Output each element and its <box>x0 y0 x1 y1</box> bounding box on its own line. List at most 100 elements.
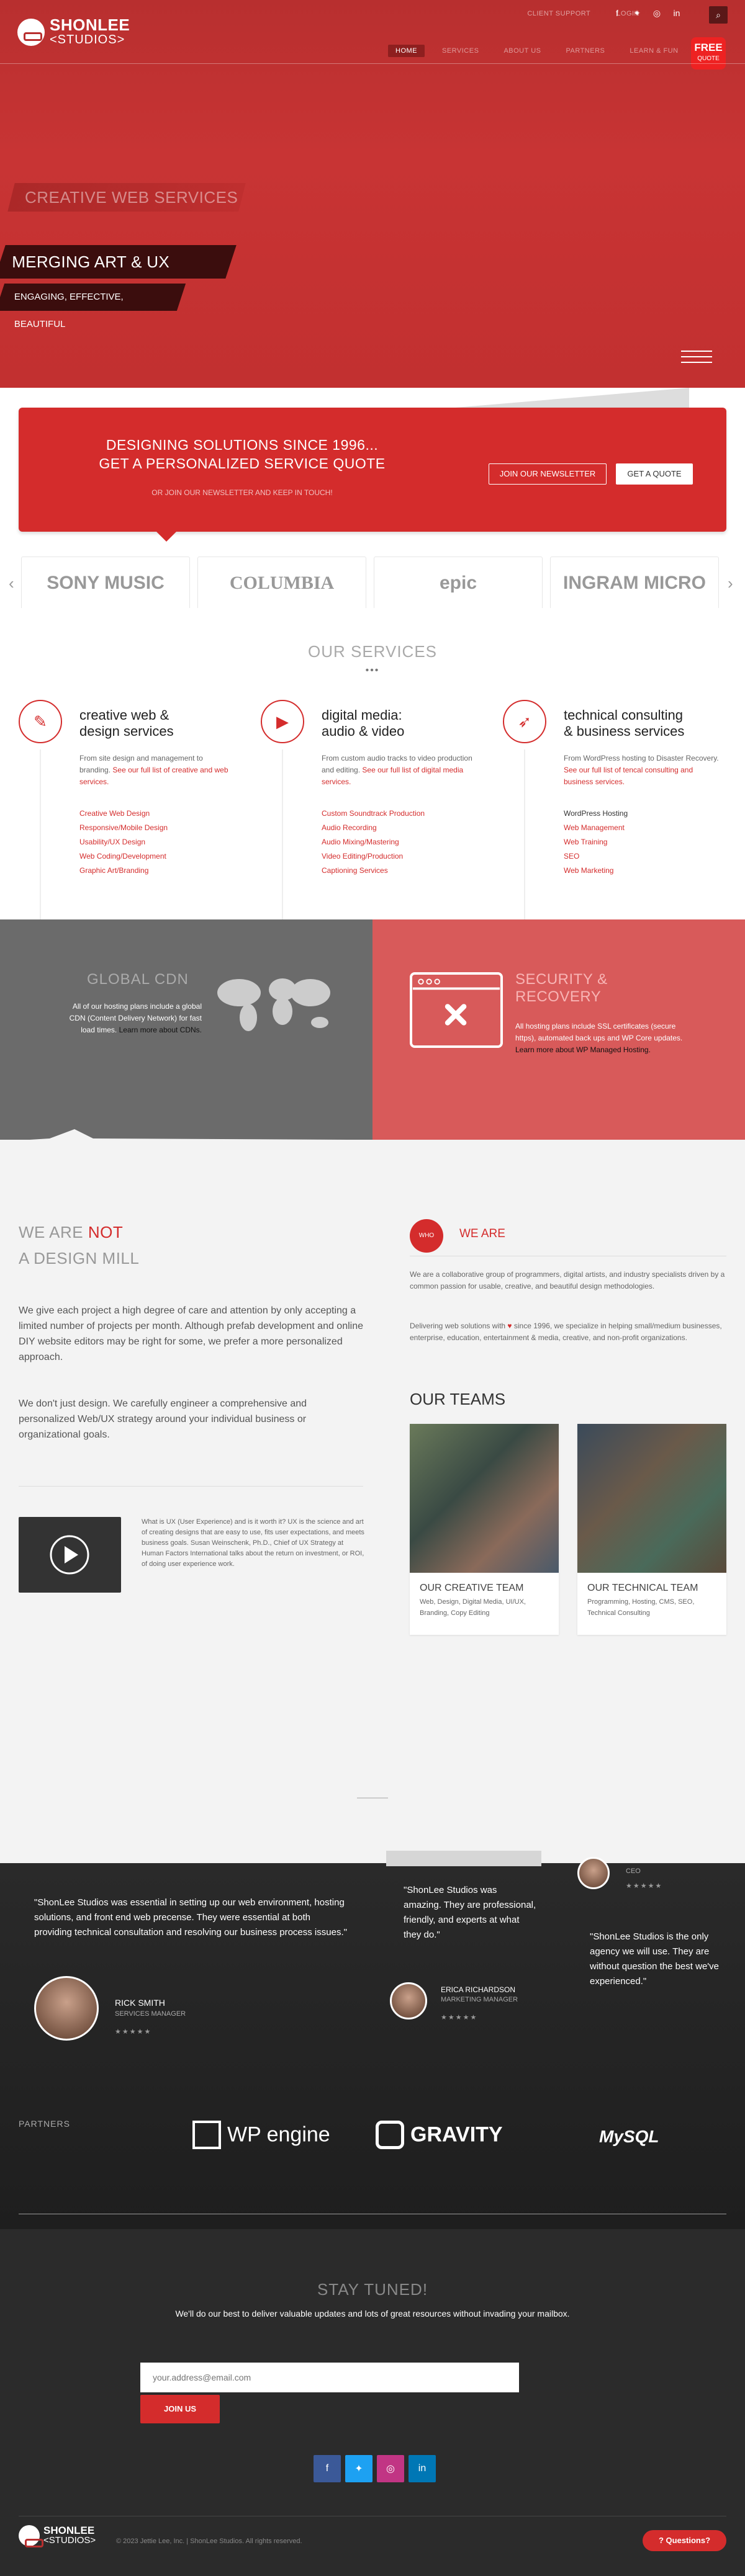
stay-tuned-text: We'll do our best to deliver valuable up… <box>175 2309 570 2319</box>
hamburger-menu-icon[interactable] <box>681 351 712 363</box>
testimonial-quote-3: "ShonLee Studios is the only agency we w… <box>590 1931 719 1987</box>
hero-banner-3-text: ENGAGING, EFFECTIVE, BEAUTIFUL <box>14 292 124 329</box>
cdn-title: GLOBAL CDN <box>87 971 189 988</box>
client-logo-ingram: INGRAM MICRO <box>550 557 719 610</box>
site-logo[interactable]: SHONLEE <STUDIOS> <box>17 17 130 47</box>
service-list-item[interactable]: Creative Web Design <box>79 807 168 821</box>
service-desc-link[interactable]: See our full list of tencal consulting a… <box>564 766 693 786</box>
service-list-item[interactable]: SEO <box>564 849 628 864</box>
hero-banner-3: ENGAGING, EFFECTIVE, BEAUTIFUL <box>0 284 186 329</box>
linkedin-icon[interactable]: in <box>409 2455 436 2482</box>
footer-social-icons: f ✦ ◎ in <box>314 2455 436 2482</box>
who-badge: WHO <box>410 1219 443 1253</box>
service-list-item[interactable]: WordPress Hosting <box>564 807 628 821</box>
team-name: OUR TECHNICAL TEAM <box>587 1583 698 1593</box>
instagram-icon[interactable]: ◎ <box>377 2455 404 2482</box>
client-support-link[interactable]: CLIENT SUPPORT <box>527 10 590 17</box>
services-title: OUR SERVICES <box>307 642 437 661</box>
cdn-link[interactable]: Learn more about CDNs. <box>119 1026 202 1034</box>
logo-line2: <STUDIOS> <box>50 33 125 47</box>
logo-mark-icon <box>17 19 45 46</box>
twitter-icon[interactable]: ✦ <box>345 2455 372 2482</box>
security-link[interactable]: Learn more about WP Managed Hosting. <box>515 1045 651 1054</box>
rating-stars-icon: ★★★★★ <box>626 1882 663 1890</box>
client-logo-sony: SONY MUSIC <box>21 557 190 610</box>
testimonial-role-1: SERVICES MANAGER <box>115 2010 186 2018</box>
footer-logo[interactable]: SHONLEE <STUDIOS> <box>19 2525 96 2547</box>
quote-title-line2: GET A PERSONALIZED SERVICE QUOTE <box>99 455 386 472</box>
partner-logo-wpengine[interactable]: WP engine <box>192 2121 330 2149</box>
service-list-item[interactable]: Audio Mixing/Mastering <box>322 835 425 849</box>
email-field[interactable] <box>140 2363 519 2392</box>
logo-line1: SHONLEE <box>50 16 130 34</box>
questions-chat-button[interactable]: ? Questions? <box>643 2530 726 2551</box>
service-list-item[interactable]: Custom Soundtrack Production <box>322 807 425 821</box>
linkedin-icon[interactable]: in <box>672 8 682 19</box>
nav-about[interactable]: ABOUT US <box>496 45 548 57</box>
search-icon[interactable]: ⌕ <box>709 6 728 24</box>
play-icon: ▶ <box>261 700 304 743</box>
nav-learn[interactable]: LEARN & FUN <box>622 45 685 57</box>
twitter-icon[interactable]: ✦ <box>632 8 642 19</box>
service-list-item[interactable]: Web Training <box>564 835 628 849</box>
join-us-button[interactable]: JOIN US <box>140 2395 220 2423</box>
questions-label: Questions? <box>666 2536 711 2545</box>
about-divider <box>19 1486 363 1487</box>
service-list: Creative Web Design Responsive/Mobile De… <box>79 807 168 878</box>
service-timeline <box>282 749 283 936</box>
service-list-item[interactable]: Web Coding/Development <box>79 849 168 864</box>
service-list-item[interactable]: Usability/UX Design <box>79 835 168 849</box>
about-paragraph-1: We give each project a high degree of ca… <box>19 1305 364 1362</box>
testimonial-tab <box>386 1851 541 1866</box>
security-text: All hosting plans include SSL certificat… <box>515 1022 683 1054</box>
testimonial-quote-2: "ShonLee Studios was amazing. They are p… <box>404 1885 536 1940</box>
service-list-item[interactable]: Audio Recording <box>322 821 425 835</box>
carousel-prev-icon[interactable]: ‹ <box>9 574 14 593</box>
service-desc: From site design and management to brand… <box>79 754 228 786</box>
design-tools-icon: ✎ <box>19 700 62 743</box>
partner-name: GRAVITY <box>410 2122 503 2147</box>
join-newsletter-button[interactable]: JOIN OUR NEWSLETTER <box>489 463 607 485</box>
service-list-item[interactable]: Web Management <box>564 821 628 835</box>
partner-logo-gravity[interactable]: GRAVITY <box>376 2121 503 2149</box>
client-logo-epic: epic <box>374 557 543 610</box>
service-list-item[interactable]: Captioning Services <box>322 864 425 878</box>
security-title: SECURITY & RECOVERY <box>515 971 608 1005</box>
nav-partners[interactable]: PARTNERS <box>558 45 612 57</box>
avatar <box>390 1982 427 2019</box>
nav-services[interactable]: SERVICES <box>435 45 486 57</box>
nav-home[interactable]: HOME <box>388 45 425 57</box>
service-list-item[interactable]: Graphic Art/Branding <box>79 864 168 878</box>
testimonial-role-2: MARKETING MANAGER <box>441 1996 518 2003</box>
team-name: OUR CREATIVE TEAM <box>420 1583 524 1593</box>
service-creative: ✎ creative web & design services From sit… <box>19 700 242 936</box>
partner-logo-mysql[interactable]: MySQL <box>599 2127 659 2147</box>
get-quote-button[interactable]: GET A QUOTE <box>616 463 693 485</box>
quote-box: DESIGNING SOLUTIONS SINCE 1996... GET A … <box>19 408 726 542</box>
logo-mark-icon <box>19 2525 43 2547</box>
hero-banner-1-text: CREATIVE WEB SERVICES <box>25 188 238 207</box>
service-title: digital media: audio & video <box>322 707 405 739</box>
services-divider: ••• <box>365 665 380 676</box>
quote-subtitle: OR JOIN OUR NEWSLETTER AND KEEP IN TOUCH… <box>151 488 333 497</box>
instagram-icon[interactable]: ◎ <box>652 8 662 19</box>
service-list: Custom Soundtrack Production Audio Recor… <box>322 807 425 878</box>
carousel-next-icon[interactable]: › <box>728 574 733 593</box>
ux-video[interactable] <box>19 1517 121 1593</box>
facebook-icon[interactable]: f <box>612 8 622 19</box>
service-list-item[interactable]: Responsive/Mobile Design <box>79 821 168 835</box>
service-list-item[interactable]: Video Editing/Production <box>322 849 425 864</box>
service-list-item[interactable]: Web Marketing <box>564 864 628 878</box>
about-paragraph-2: We don't just design. We carefully engin… <box>19 1398 307 1440</box>
facebook-icon[interactable]: f <box>314 2455 341 2482</box>
service-desc: From WordPress hosting to Disaster Recov… <box>564 754 719 786</box>
free-quote-button[interactable]: FREE QUOTE <box>691 37 726 69</box>
team-card-technical[interactable]: OUR TECHNICAL TEAM Programming, Hosting,… <box>577 1424 726 1635</box>
team-card-creative[interactable]: OUR CREATIVE TEAM Web, Design, Digital M… <box>410 1424 559 1635</box>
about-heading: WE ARE NOT A DESIGN MILL <box>19 1223 140 1268</box>
service-title: technical consulting & business services <box>564 707 685 739</box>
client-logo-carousel: SONY MUSIC COLUMBIA epic INGRAM MICRO <box>21 557 719 610</box>
testimonial-quote-1: "ShonLee Studios was essential in settin… <box>34 1897 347 1938</box>
rocket-icon: ➶ <box>503 700 546 743</box>
service-desc: From custom audio tracks to video produc… <box>322 754 472 786</box>
